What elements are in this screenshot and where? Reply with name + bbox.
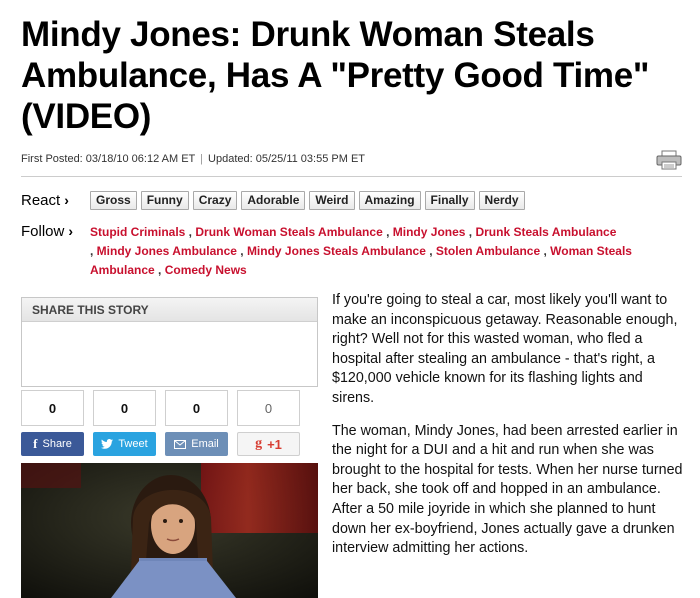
video-still-image [21,463,318,598]
chevron-right-icon: › [64,192,69,208]
article-body: If you're going to steal a car, most lik… [332,291,684,572]
twitter-count: 0 [93,390,156,426]
google-plus-label: +1 [267,436,282,452]
divider [21,176,682,177]
tag-link[interactable]: Stolen Ambulance [436,244,540,258]
google-plus-icon: g [255,436,263,451]
tag-link[interactable]: Mindy Jones Ambulance [97,244,237,258]
share-title: SHARE THIS STORY [22,298,317,322]
react-button-gross[interactable]: Gross [90,191,137,210]
twitter-tweet-label: Tweet [118,438,148,450]
tag-link[interactable]: Comedy News [165,263,247,277]
post-meta: First Posted: 03/18/10 06:12 AM ET | Upd… [21,153,661,165]
email-count: 0 [165,390,228,426]
tag-link[interactable]: Mindy Jones Steals Ambulance [247,244,426,258]
google-plus-button[interactable]: g +1 [237,432,300,456]
react-label-text: React [21,192,61,209]
facebook-share-label: Share [42,438,72,450]
share-buttons: f Share Tweet Email g +1 [21,432,300,456]
react-button-crazy[interactable]: Crazy [192,191,238,210]
tag-link[interactable]: Drunk Woman Steals Ambulance [195,225,382,239]
share-counts: 0 0 0 0 [21,390,300,426]
follow-tags: Stupid Criminals , Drunk Woman Steals Am… [90,225,632,277]
tag-link[interactable]: Stupid Criminals [90,225,185,239]
tag-link[interactable]: Mindy Jones [393,225,466,239]
follow-label-text: Follow [21,223,65,240]
email-share-label: Email [191,438,219,450]
tag-link[interactable]: Drunk Steals Ambulance [475,225,616,239]
twitter-tweet-button[interactable]: Tweet [93,432,156,456]
follow-label: Follow › [21,223,73,240]
article-paragraph: If you're going to steal a car, most lik… [332,292,678,406]
react-buttons: Gross Funny Crazy Adorable Weird Amazing… [90,191,525,210]
twitter-bird-icon [101,439,114,449]
react-button-adorable[interactable]: Adorable [241,191,306,210]
react-button-weird[interactable]: Weird [309,191,355,210]
article-paragraph: The woman, Mindy Jones, had been arreste… [332,422,683,557]
meta-separator: | [200,153,203,165]
first-posted-date: First Posted: 03/18/10 06:12 AM ET [21,153,196,165]
video-thumbnail[interactable] [21,463,318,598]
article-headline: Mindy Jones: Drunk Woman Steals Ambulanc… [21,15,650,136]
react-button-funny[interactable]: Funny [140,191,189,210]
react-button-amazing[interactable]: Amazing [358,191,421,210]
react-button-finally[interactable]: Finally [424,191,475,210]
facebook-share-button[interactable]: f Share [21,432,84,456]
react-button-nerdy[interactable]: Nerdy [478,191,525,210]
chevron-right-icon: › [68,223,74,239]
envelope-icon [174,439,187,449]
print-icon[interactable] [656,150,682,170]
react-label: React › [21,192,69,209]
gplus-count: 0 [237,390,300,426]
facebook-icon: f [33,436,38,451]
share-widget: SHARE THIS STORY [21,297,318,387]
email-share-button[interactable]: Email [165,432,228,456]
facebook-count: 0 [21,390,84,426]
updated-date: Updated: 05/25/11 03:55 PM ET [208,153,366,165]
